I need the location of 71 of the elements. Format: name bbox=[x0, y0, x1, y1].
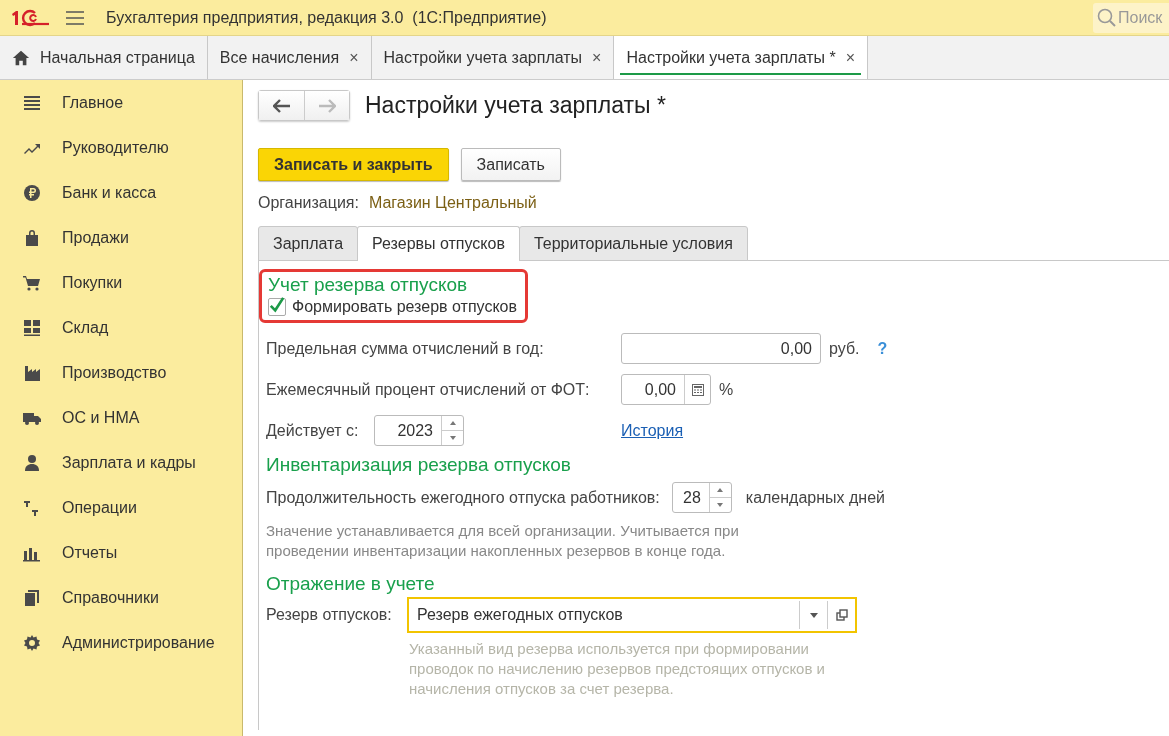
field-label: Продолжительность ежегодного отпуска работников: bbox=[266, 488, 660, 507]
grid-icon bbox=[22, 317, 42, 338]
sidebar-item[interactable]: Банк и касса bbox=[0, 170, 242, 215]
sidebar-item[interactable]: Руководителю bbox=[0, 125, 242, 170]
save-button[interactable]: Записать bbox=[460, 148, 561, 181]
back-button[interactable] bbox=[259, 91, 304, 120]
books-icon bbox=[22, 587, 42, 608]
ruble-icon bbox=[22, 182, 42, 203]
open-tab[interactable]: Настройки учета зарплаты * × bbox=[614, 36, 869, 79]
arrow-left-icon bbox=[272, 98, 291, 113]
tab-label: Все начисления bbox=[219, 48, 340, 67]
reserve-checkbox[interactable]: Формировать резерв отпусков bbox=[268, 298, 517, 316]
calculator-icon[interactable] bbox=[691, 383, 704, 396]
close-button[interactable]: × bbox=[349, 48, 359, 67]
sidebar-item[interactable]: Зарплата и кадры bbox=[0, 440, 242, 485]
save-and-close-button[interactable]: Записать и закрыть bbox=[258, 148, 449, 181]
percent-field[interactable]: 0,00 bbox=[621, 374, 711, 405]
tab-label: Настройки учета зарплаты * bbox=[626, 48, 836, 67]
menu-icon[interactable] bbox=[66, 9, 84, 26]
unit-label: руб. bbox=[829, 339, 860, 358]
hint-text: Значение устанавливается для всей организации. Учитывается при проведении инвентаризации накопленных резервов в конце года. bbox=[266, 521, 740, 561]
sidebar-item[interactable]: Справочники bbox=[0, 575, 242, 620]
field-label: Ежемесячный процент отчислений от ФОТ: bbox=[266, 380, 591, 399]
duration-field[interactable]: 28 bbox=[671, 482, 732, 513]
sidebar-item[interactable]: Администрирование bbox=[0, 620, 242, 665]
history-link[interactable]: История bbox=[621, 421, 684, 440]
organization-value[interactable]: Магазин Центральный bbox=[368, 194, 537, 212]
form-tab[interactable]: Территориальные условия bbox=[518, 226, 748, 261]
close-button[interactable]: × bbox=[845, 48, 856, 67]
year-field[interactable]: 2023 bbox=[374, 415, 464, 446]
field-label: Резерв отпусков: bbox=[266, 606, 393, 624]
caret-down-icon bbox=[717, 503, 724, 507]
app-title: Бухгалтерия предприятия, редакция 3.0 (1С:Предприятие) bbox=[106, 8, 547, 27]
form-tab[interactable]: Зарплата bbox=[258, 226, 359, 261]
caret-down-icon bbox=[449, 436, 456, 440]
section-heading: Инвентаризация резерва отпусков bbox=[266, 454, 572, 476]
form-tab[interactable]: Резервы отпусков bbox=[357, 226, 520, 261]
sidebar-item[interactable]: Склад bbox=[0, 305, 242, 350]
close-button[interactable]: × bbox=[592, 48, 602, 67]
unit-label: календарных дней bbox=[745, 488, 886, 507]
logo-icon bbox=[10, 7, 50, 28]
section-heading: Учет резерва отпусков bbox=[268, 274, 469, 296]
sidebar-item[interactable]: Производство bbox=[0, 350, 242, 395]
sidebar-item[interactable]: Операции bbox=[0, 485, 242, 530]
tab-label: Начальная страница bbox=[40, 48, 195, 67]
sidebar-item[interactable]: Продажи bbox=[0, 215, 242, 260]
caret-up-icon bbox=[717, 488, 724, 492]
home-icon bbox=[12, 48, 30, 67]
search-icon bbox=[1097, 7, 1117, 28]
open-tab[interactable]: Все начисления × bbox=[207, 36, 372, 79]
caret-up-icon bbox=[449, 421, 456, 425]
checkmark-icon bbox=[269, 295, 285, 315]
arrow-right-icon bbox=[318, 98, 336, 113]
person-icon bbox=[22, 452, 42, 473]
field-label: Предельная сумма отчислений в год: bbox=[266, 339, 545, 358]
organization-label: Организация: bbox=[258, 194, 359, 212]
sidebar-item[interactable]: Покупки bbox=[0, 260, 242, 305]
caret-icon bbox=[809, 612, 818, 618]
open-tab[interactable]: Начальная страница bbox=[0, 36, 208, 79]
sidebar-item[interactable]: ОС и НМА bbox=[0, 395, 242, 440]
tab-label: Настройки учета зарплаты bbox=[383, 48, 583, 67]
sidebar-item[interactable]: Отчеты bbox=[0, 530, 242, 575]
limit-field[interactable]: 0,00 bbox=[621, 333, 821, 364]
sidebar-item[interactable]: Главное bbox=[0, 80, 242, 125]
hint-text: Указанный вид резерва используется при формировании проводок по начислению резервов предстоящих отпусков и начисления отпусков за счет резерва. bbox=[409, 639, 826, 699]
unit-label: % bbox=[719, 380, 734, 399]
open-window-icon bbox=[835, 609, 848, 621]
section-heading: Отражение в учете bbox=[266, 573, 436, 595]
form-title: Настройки учета зарплаты * bbox=[365, 92, 666, 119]
field-label: Действует с: bbox=[266, 421, 360, 440]
reserve-type-field[interactable]: Резерв ежегодных отпусков bbox=[407, 597, 857, 633]
